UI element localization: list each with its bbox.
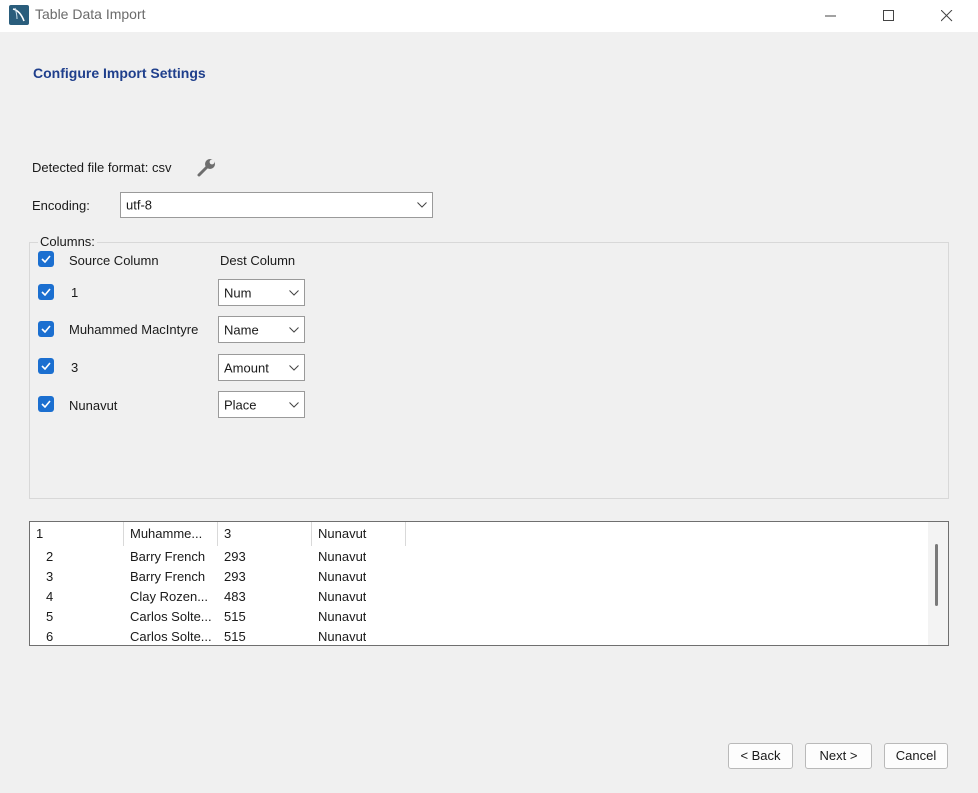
preview-cell: Barry French (130, 569, 206, 584)
columns-group (29, 242, 949, 499)
encoding-value: utf-8 (126, 197, 153, 213)
checkmark-icon (41, 362, 51, 370)
preview-column-header[interactable]: 1 (30, 522, 124, 546)
preview-cell: 5 (46, 609, 54, 624)
detected-format-label: Detected file format: csv (32, 160, 172, 175)
maximize-icon (883, 10, 894, 21)
preview-cell: Carlos Solte... (130, 609, 212, 624)
table-row[interactable]: 6 Carlos Solte... 515 Nunavut (30, 627, 948, 645)
preview-header-row: 1 Muhamme... 3 Nunavut (30, 522, 948, 546)
preview-cell: Nunavut (318, 609, 367, 624)
table-row[interactable]: 2 Barry French 293 Nunavut (30, 547, 948, 567)
minimize-button[interactable] (808, 0, 854, 32)
preview-cell: 483 (224, 589, 246, 604)
dest-column-value: Name (224, 322, 259, 337)
dest-column-select[interactable]: Amount (218, 354, 305, 381)
chevron-down-icon (417, 202, 427, 208)
preview-cell: Nunavut (318, 569, 367, 584)
preview-column-header[interactable]: Nunavut (312, 522, 406, 546)
chevron-down-icon (289, 364, 299, 371)
data-preview-table[interactable]: 1 Muhamme... 3 Nunavut 2 Barry French 29… (29, 521, 949, 646)
source-column-name: Nunavut (69, 398, 118, 413)
column-checkbox[interactable] (38, 396, 54, 412)
preview-cell: 6 (46, 629, 54, 644)
next-button[interactable]: Next > (805, 743, 872, 769)
preview-cell: Nunavut (318, 629, 367, 644)
preview-cell: 293 (224, 549, 246, 564)
encoding-select[interactable]: utf-8 (120, 192, 433, 218)
column-checkbox[interactable] (38, 321, 54, 337)
preview-cell: 2 (46, 549, 54, 564)
preview-cell: 293 (224, 569, 246, 584)
chevron-down-icon (289, 326, 299, 333)
app-dolphin-icon (9, 5, 29, 25)
window-title: Table Data Import (35, 6, 146, 22)
chevron-down-icon (289, 401, 299, 408)
source-column-header: Source Column (69, 253, 159, 268)
table-row[interactable]: 4 Clay Rozen... 483 Nunavut (30, 587, 948, 607)
source-column-name: 1 (71, 285, 79, 300)
dest-column-select[interactable]: Place (218, 391, 305, 418)
dest-column-value: Place (224, 397, 257, 412)
maximize-button[interactable] (866, 0, 912, 32)
close-button[interactable] (924, 0, 970, 32)
dest-column-value: Amount (224, 360, 269, 375)
preview-cell: Barry French (130, 549, 206, 564)
scrollbar-thumb[interactable] (935, 544, 938, 606)
table-row[interactable]: 3 Barry French 293 Nunavut (30, 567, 948, 587)
chevron-down-icon (289, 289, 299, 296)
preview-cell: Clay Rozen... (130, 589, 209, 604)
dest-column-select[interactable]: Num (218, 279, 305, 306)
page-title: Configure Import Settings (33, 65, 206, 81)
column-checkbox[interactable] (38, 358, 54, 374)
source-column-name: 3 (71, 360, 79, 375)
checkmark-icon (41, 255, 51, 263)
preview-column-header[interactable]: Muhamme... (124, 522, 218, 546)
dest-column-value: Num (224, 285, 252, 300)
preview-cell: 3 (46, 569, 54, 584)
checkmark-icon (41, 400, 51, 408)
back-button[interactable]: < Back (728, 743, 793, 769)
column-checkbox[interactable] (38, 284, 54, 300)
source-column-name: Muhammed MacIntyre (69, 322, 199, 337)
preview-cell: Nunavut (318, 589, 367, 604)
preview-cell: 515 (224, 629, 246, 644)
wrench-icon[interactable] (196, 156, 218, 178)
minimize-icon (825, 15, 836, 17)
title-bar: Table Data Import (0, 0, 978, 32)
select-all-checkbox[interactable] (38, 251, 54, 267)
preview-cell: 4 (46, 589, 54, 604)
dest-column-header: Dest Column (220, 253, 296, 268)
preview-column-header[interactable]: 3 (218, 522, 312, 546)
dest-column-select[interactable]: Name (218, 316, 305, 343)
checkmark-icon (41, 288, 51, 296)
preview-cell: 515 (224, 609, 246, 624)
preview-cell: Carlos Solte... (130, 629, 212, 644)
encoding-label: Encoding: (32, 198, 90, 213)
preview-cell: Nunavut (318, 549, 367, 564)
cancel-button[interactable]: Cancel (884, 743, 948, 769)
preview-scrollbar[interactable] (928, 522, 948, 645)
close-icon (941, 10, 953, 22)
table-row[interactable]: 5 Carlos Solte... 515 Nunavut (30, 607, 948, 627)
columns-group-label: Columns: (38, 234, 97, 249)
checkmark-icon (41, 325, 51, 333)
